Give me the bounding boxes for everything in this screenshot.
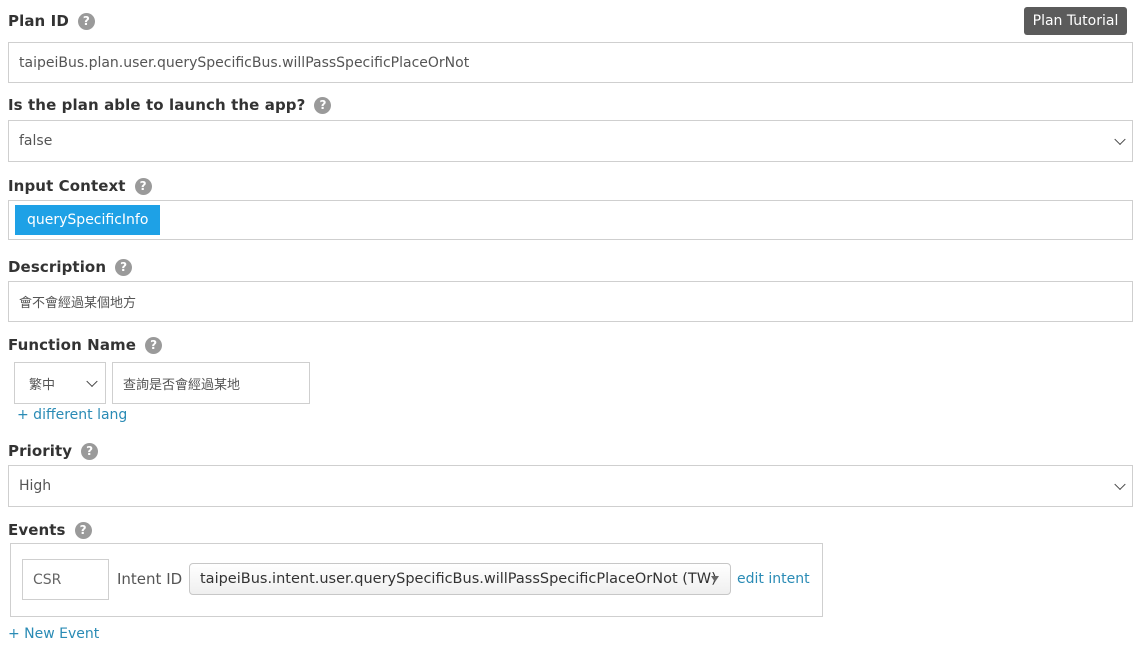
new-event-link[interactable]: + New Event xyxy=(8,626,99,642)
events-label-text: Events xyxy=(8,521,66,539)
launch-app-label: Is the plan able to launch the app? ? xyxy=(8,94,332,116)
launch-app-select[interactable]: false xyxy=(8,120,1133,162)
description-input[interactable]: 會不會經過某個地方 xyxy=(8,281,1133,322)
question-circle-icon[interactable]: ? xyxy=(145,336,163,354)
description-value: 會不會經過某個地方 xyxy=(19,296,137,311)
function-name-label-text: Function Name xyxy=(8,336,137,354)
caret-down-icon xyxy=(711,576,719,582)
input-context-label-text: Input Context xyxy=(8,177,126,195)
launch-app-selected: false xyxy=(19,133,53,149)
priority-select[interactable]: High xyxy=(8,465,1133,507)
function-lang-select[interactable]: 繁中 xyxy=(14,362,106,404)
add-different-lang-link[interactable]: + different lang xyxy=(17,407,127,423)
priority-selected: High xyxy=(19,478,52,494)
chevron-down-icon xyxy=(1114,133,1126,146)
description-label-text: Description xyxy=(8,258,107,276)
launch-app-label-text: Is the plan able to launch the app? xyxy=(8,96,306,114)
event-type-value: CSR xyxy=(33,571,62,588)
question-circle-icon[interactable]: ? xyxy=(81,442,99,460)
plan-id-label-text: Plan ID xyxy=(8,12,69,30)
intent-id-label: Intent ID xyxy=(117,570,183,588)
chevron-down-icon xyxy=(86,375,98,388)
function-name-input[interactable]: 查詢是否會經過某地 xyxy=(112,362,310,404)
input-context-field[interactable]: querySpecificInfo xyxy=(8,200,1133,240)
question-circle-icon[interactable]: ? xyxy=(314,96,332,114)
chevron-down-icon xyxy=(1114,478,1126,491)
question-circle-icon[interactable]: ? xyxy=(134,177,152,195)
function-name-value: 查詢是否會經過某地 xyxy=(123,377,241,393)
events-label: Events ? xyxy=(8,519,92,541)
intent-id-selected: taipeiBus.intent.user.querySpecificBus.w… xyxy=(200,571,717,587)
priority-label: Priority ? xyxy=(8,440,99,462)
plan-id-input[interactable]: taipeiBus.plan.user.querySpecificBus.wil… xyxy=(8,42,1133,83)
intent-id-select[interactable]: taipeiBus.intent.user.querySpecificBus.w… xyxy=(189,563,731,595)
event-type-input[interactable]: CSR xyxy=(22,559,109,600)
question-circle-icon[interactable]: ? xyxy=(77,12,95,30)
question-circle-icon[interactable]: ? xyxy=(74,521,92,539)
priority-label-text: Priority xyxy=(8,442,73,460)
plan-tutorial-button[interactable]: Plan Tutorial xyxy=(1024,7,1127,35)
plan-id-label: Plan ID ? xyxy=(8,10,95,32)
plan-id-value: taipeiBus.plan.user.querySpecificBus.wil… xyxy=(19,54,470,71)
question-circle-icon[interactable]: ? xyxy=(115,258,133,276)
function-name-label: Function Name ? xyxy=(8,334,163,356)
description-label: Description ? xyxy=(8,256,133,278)
function-lang-selected: 繁中 xyxy=(29,377,56,393)
input-context-label: Input Context ? xyxy=(8,175,152,197)
context-tag[interactable]: querySpecificInfo xyxy=(15,205,161,235)
edit-intent-link[interactable]: edit intent xyxy=(737,571,810,587)
